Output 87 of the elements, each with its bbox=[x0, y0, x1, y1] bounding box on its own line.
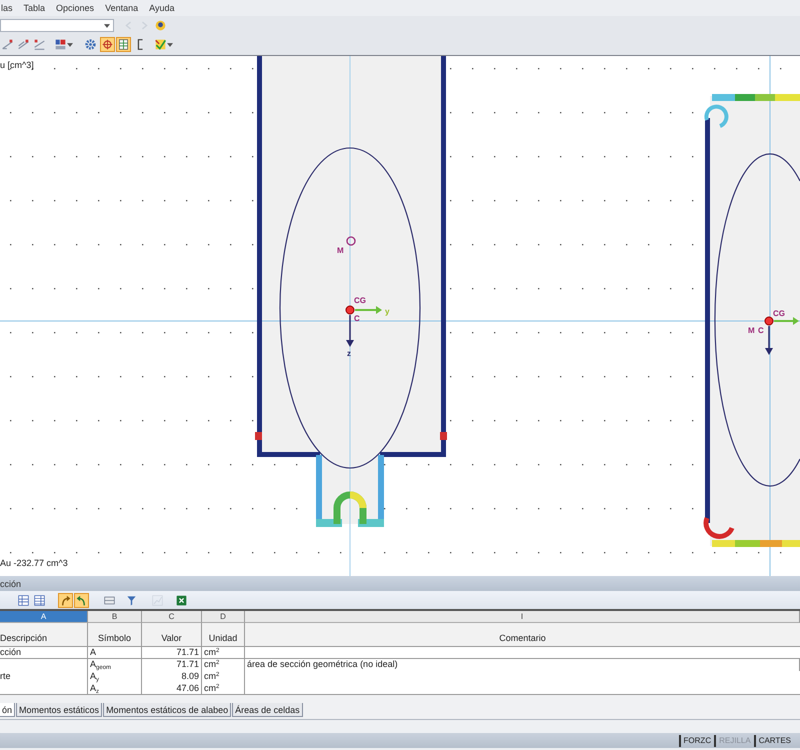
toolbar-button[interactable] bbox=[58, 592, 73, 608]
combo-field[interactable] bbox=[0, 19, 114, 32]
toolbar-button[interactable] bbox=[16, 37, 31, 52]
check-chart-icon bbox=[155, 39, 166, 50]
table-rows-icon bbox=[34, 594, 45, 606]
joint-marker-icon bbox=[440, 432, 447, 440]
filter-icon bbox=[126, 594, 137, 606]
column-header: Descripción bbox=[0, 623, 88, 647]
corner-arc bbox=[704, 517, 734, 539]
grid-icon bbox=[118, 39, 129, 50]
sheet-tab[interactable]: Momentos estáticos bbox=[16, 703, 102, 717]
circle-marker-icon bbox=[346, 236, 356, 246]
column-header: Símbolo bbox=[88, 623, 142, 647]
joint-marker-icon bbox=[255, 432, 262, 440]
curved-arrow-icon bbox=[76, 594, 87, 606]
toolbar-button[interactable] bbox=[153, 18, 168, 33]
column-letter[interactable]: C bbox=[142, 611, 202, 623]
table-cell: cm$^{2}$ bbox=[202, 659, 245, 671]
menu-item[interactable]: las bbox=[0, 2, 14, 14]
table-cell: A bbox=[88, 647, 142, 659]
curved-arrow-icon bbox=[60, 594, 71, 606]
menu-item[interactable]: Ventana bbox=[104, 2, 140, 14]
toolbar-button[interactable] bbox=[32, 37, 47, 52]
column-header: Valor bbox=[142, 623, 202, 647]
marker-label: M bbox=[337, 246, 344, 255]
toolbar-button[interactable] bbox=[116, 37, 131, 52]
caret-icon bbox=[67, 42, 73, 46]
marker-label: y bbox=[385, 307, 390, 316]
menu-item[interactable]: Opciones bbox=[55, 2, 96, 14]
sheet-tab[interactable]: Momentos estáticos de alabeo bbox=[103, 703, 232, 717]
marker-label: CG bbox=[354, 296, 366, 305]
toolbar-button[interactable] bbox=[0, 37, 15, 52]
line-chart-icon bbox=[152, 594, 163, 606]
table-cell: cción bbox=[0, 647, 88, 659]
column-letter[interactable]: A bbox=[0, 611, 88, 623]
dot-marker-icon bbox=[764, 316, 774, 326]
marker-label: C bbox=[354, 314, 360, 323]
table-cell: 8.09 bbox=[142, 671, 202, 683]
marker-label: z bbox=[347, 349, 351, 358]
table-cell: 71.71 bbox=[142, 659, 202, 671]
status-toggle[interactable]: FORZC bbox=[678, 734, 714, 746]
menu-item[interactable]: Ayuda bbox=[148, 2, 176, 14]
table-cell: cm$^{2}$ bbox=[202, 671, 245, 683]
column-letter[interactable]: B bbox=[88, 611, 142, 623]
table-cell: área de sección geométrica (no ideal) bbox=[245, 659, 800, 671]
sheet-tab[interactable]: Áreas de celdas bbox=[232, 703, 303, 717]
column-header: Comentario bbox=[245, 623, 800, 647]
toolbar-button[interactable] bbox=[53, 37, 75, 52]
marker-label: C bbox=[758, 326, 764, 335]
slope-lines-icon bbox=[34, 39, 45, 50]
table-cell: A$_{geom}$ bbox=[88, 659, 142, 671]
toolbar-button[interactable] bbox=[16, 592, 31, 608]
disc-icon bbox=[155, 20, 166, 31]
caret-icon bbox=[167, 42, 173, 46]
extreme-value-label: Au -232.77 cm^3 bbox=[0, 558, 68, 568]
circle-cross-icon bbox=[102, 39, 113, 50]
u-shaped-lip bbox=[316, 455, 384, 527]
toolbar-button[interactable] bbox=[32, 592, 47, 608]
slope-lines-icon bbox=[2, 39, 13, 50]
panel-title: cción bbox=[0, 578, 22, 588]
column-header: Unidad bbox=[202, 623, 245, 647]
toolbar-button[interactable] bbox=[174, 592, 189, 608]
color-bars-icon bbox=[55, 39, 66, 50]
table-rows-icon bbox=[18, 594, 29, 606]
toolbar-button[interactable] bbox=[74, 592, 89, 608]
canvas-title: u [cm^3] bbox=[0, 60, 34, 70]
corner-arc bbox=[704, 104, 728, 128]
dot-marker-icon bbox=[346, 306, 354, 314]
marker-label: CG bbox=[773, 309, 785, 318]
table-cell: 71.71 bbox=[142, 647, 202, 659]
toolbar-button[interactable] bbox=[100, 37, 115, 52]
table-cell: cm$^{2}$ bbox=[202, 647, 245, 659]
status-toggle[interactable]: CARTES bbox=[754, 734, 794, 746]
slope-lines-icon bbox=[18, 39, 29, 50]
table-lines-icon bbox=[104, 594, 115, 606]
caret-icon bbox=[104, 24, 110, 28]
drawing-canvas[interactable]: M CG C y z CG M C u [cm^3] Au -232.77 cm^3 bbox=[0, 56, 800, 576]
marker-label: M bbox=[748, 326, 755, 335]
menu-item[interactable]: Tabla bbox=[22, 2, 46, 14]
table-cell: A$_{y}$ bbox=[88, 671, 142, 683]
toolbar-button[interactable] bbox=[83, 37, 98, 52]
sheet-tab[interactable]: ón bbox=[0, 703, 16, 717]
toolbar-button[interactable] bbox=[153, 37, 175, 52]
column-letter[interactable]: I bbox=[245, 611, 800, 623]
gear-icon bbox=[85, 39, 96, 50]
column-letter[interactable]: D bbox=[202, 611, 245, 623]
spreadsheet-icon bbox=[176, 594, 187, 606]
